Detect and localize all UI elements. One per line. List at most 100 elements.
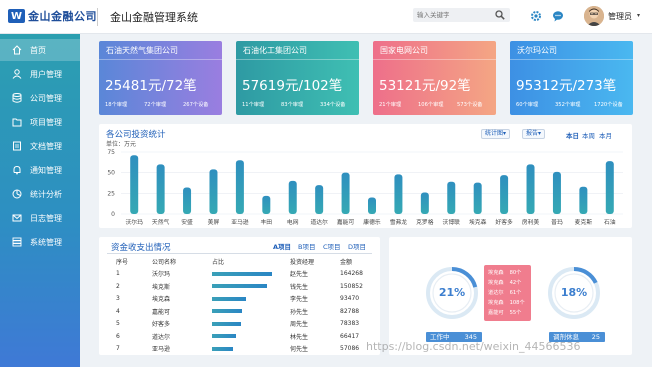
table-row[interactable]: 1 沃尔玛 赵先生 164268 <box>116 268 376 281</box>
chart-bar[interactable] <box>130 155 139 214</box>
chart-bar[interactable] <box>235 160 244 214</box>
row-index: 4 <box>116 307 120 315</box>
document-icon <box>13 141 21 151</box>
table-row[interactable]: 7 亚马逊 何先生 57086 <box>116 343 376 356</box>
row-share <box>212 293 290 306</box>
table-row[interactable]: 3 埃克森 李先生 93470 <box>116 293 376 306</box>
share-bar-track <box>212 334 272 339</box>
row-company: 道达尔 <box>152 333 171 341</box>
chart-bar[interactable] <box>500 175 509 214</box>
x-tick-label: 安盛 <box>181 218 193 226</box>
legend-name: 埃克森 <box>488 270 504 276</box>
chart-bar[interactable] <box>209 169 218 214</box>
card-title: 石油天然气集团公司 <box>106 46 178 55</box>
chart-bar[interactable] <box>341 172 350 214</box>
sidebar-item-companies[interactable]: 公司管理 <box>0 87 80 109</box>
card-stat: 573个设备 <box>457 102 483 108</box>
card-stat: 83个审理 <box>281 102 304 108</box>
stat-card-sinopec[interactable]: 石油化工集团公司 57619元/102笔 11个审理 83个审理 334个设备 <box>236 41 359 115</box>
chart-bar[interactable] <box>579 186 588 214</box>
table-row[interactable]: 5 好客多 周先生 78383 <box>116 318 376 331</box>
row-amount: 164268 <box>340 270 363 278</box>
user-avatar[interactable] <box>584 6 604 26</box>
sidebar-item-label: 首页 <box>30 45 46 55</box>
card-divider <box>99 59 222 60</box>
tab-project-c[interactable]: C项目 <box>323 241 341 251</box>
row-index: 5 <box>116 320 120 328</box>
card-title: 沃尔玛公司 <box>517 46 557 55</box>
card-value: 57619元/102笔 <box>242 78 343 94</box>
x-tick-label: 道达尔 <box>310 218 328 226</box>
sidebar-item-projects[interactable]: 项目管理 <box>0 111 80 133</box>
table-row[interactable]: 4 嘉能可 孙先生 82788 <box>116 305 376 318</box>
table-row[interactable]: 2 埃克斯 钱先生 150852 <box>116 280 376 293</box>
x-tick-label: 电网 <box>287 218 299 226</box>
chart-bar[interactable] <box>288 180 297 214</box>
fund-table-panel: 资金收支出情况 A项目 B项目 C项目 D项目 序号 公司名称 占比 投资经理 … <box>99 237 380 355</box>
chart-bar[interactable] <box>447 181 456 214</box>
table-row[interactable]: 6 道达尔 林先生 66417 <box>116 330 376 343</box>
card-stat: 106个审理 <box>418 102 444 108</box>
stat-card-petrochina[interactable]: 石油天然气集团公司 25481元/72笔 18个审理 72个审理 267个设备 <box>99 41 222 115</box>
chart-bar[interactable] <box>156 164 165 214</box>
x-tick-label: 美屏 <box>208 218 220 226</box>
chart-bar[interactable] <box>183 187 192 214</box>
card-value: 95312元/273笔 <box>516 78 617 94</box>
row-company: 埃克森 <box>152 296 171 304</box>
col-header-share: 占比 <box>212 258 225 266</box>
row-company: 亚马逊 <box>152 346 171 354</box>
chart-bar[interactable] <box>526 164 535 214</box>
tab-project-d[interactable]: D项目 <box>348 241 366 251</box>
sidebar-item-users[interactable]: 用户管理 <box>0 63 80 85</box>
chart-bar[interactable] <box>315 185 324 214</box>
server-icon <box>12 237 22 247</box>
row-share <box>212 330 290 343</box>
chart-bar[interactable] <box>262 195 271 214</box>
chart-bar[interactable] <box>394 174 403 214</box>
card-divider <box>373 59 496 60</box>
sidebar-item-system[interactable]: 系统管理 <box>0 231 80 253</box>
card-stats: 60个审理 352个审理 1720个设备 <box>516 101 633 108</box>
row-manager: 李先生 <box>290 296 309 304</box>
sidebar-item-statistics[interactable]: 统计分析 <box>0 183 80 205</box>
folder-icon <box>12 118 22 127</box>
chart-bar[interactable] <box>420 192 429 214</box>
company-logo[interactable]: W 金山金融公司 <box>8 8 97 24</box>
sidebar-item-home[interactable]: 首页 <box>0 39 80 61</box>
y-tick-label: 25 <box>107 190 115 197</box>
share-bar-fill <box>212 309 242 314</box>
row-index: 3 <box>116 295 120 303</box>
share-bar-track <box>212 296 272 301</box>
sidebar-item-notifications[interactable]: 通知管理 <box>0 159 80 181</box>
x-tick-label: 沃尔玛 <box>126 218 144 226</box>
row-amount: 78383 <box>340 320 360 328</box>
stat-card-state-grid[interactable]: 国家电网公司 53121元/92笔 21个审理 106个审理 573个设备 <box>373 41 496 115</box>
row-share <box>212 280 290 293</box>
user-name[interactable]: 管理员 <box>608 11 632 22</box>
row-manager: 孙先生 <box>290 308 309 316</box>
sidebar-item-logs[interactable]: 日志管理 <box>0 207 80 229</box>
chart-bar[interactable] <box>605 161 614 214</box>
logo-mark: W <box>8 9 25 23</box>
share-bar-track <box>212 321 272 326</box>
tab-project-a[interactable]: A项目 <box>273 241 291 251</box>
sidebar: 首页 用户管理 公司管理 项目管理 文档管理 通知管理 统计分析 日志管理 系统… <box>0 34 80 367</box>
user-menu-caret[interactable]: ▾ <box>637 12 640 19</box>
legend-value: 42个 <box>509 280 522 286</box>
settings-gear-icon[interactable] <box>530 10 542 22</box>
message-icon[interactable] <box>552 10 564 22</box>
search-input[interactable] <box>417 9 489 21</box>
row-company: 好客多 <box>152 321 171 329</box>
chart-bar[interactable] <box>473 182 482 214</box>
stat-card-walmart[interactable]: 沃尔玛公司 95312元/273笔 60个审理 352个审理 1720个设备 <box>510 41 633 115</box>
y-tick-label: 75 <box>107 149 115 156</box>
sidebar-item-documents[interactable]: 文档管理 <box>0 135 80 157</box>
col-header-amount: 金额 <box>340 258 353 266</box>
search-icon[interactable] <box>495 10 505 20</box>
card-stats: 18个审理 72个审理 267个设备 <box>105 101 222 108</box>
investment-bar-chart: 75 50 25 0 沃尔玛 天然气 安盛 美屏 亚马逊 丰田 电网 道达尔 嘉能可 康德乐 雪弗龙 克罗格 沃… <box>107 149 623 226</box>
chart-bar[interactable] <box>368 197 376 214</box>
tab-project-b[interactable]: B项目 <box>298 241 315 251</box>
chart-bar[interactable] <box>552 171 561 214</box>
legend-item: 埃克森 80个 <box>488 268 525 278</box>
